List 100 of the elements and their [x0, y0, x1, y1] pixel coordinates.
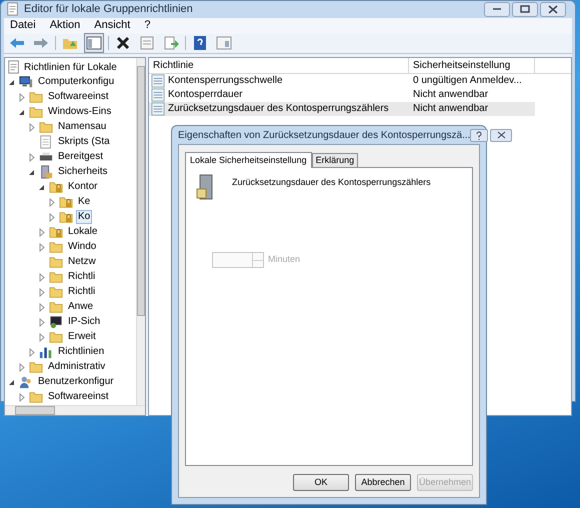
dialog-button[interactable]: OK — [293, 474, 349, 491]
collapsed-icon[interactable] — [47, 212, 56, 222]
collapsed-icon[interactable] — [37, 272, 46, 282]
collapsed-icon[interactable] — [37, 242, 46, 252]
tab[interactable]: Lokale Sicherheitseinstellung — [185, 152, 312, 168]
expanded-icon[interactable] — [37, 182, 46, 192]
menu-item[interactable]: Ansicht — [94, 17, 130, 34]
collapsed-icon[interactable] — [47, 198, 56, 206]
delete-icon — [115, 35, 131, 51]
help-button[interactable] — [470, 128, 488, 142]
folder-icon — [39, 120, 53, 134]
table-cell-text: Kontosperrdauer — [168, 88, 242, 102]
expanded-icon[interactable] — [27, 168, 36, 176]
close-icon — [496, 131, 506, 139]
tree-item[interactable]: Skripts (Sta — [56, 135, 112, 149]
collapsed-icon[interactable] — [27, 348, 36, 356]
folder-icon — [49, 255, 63, 269]
tree-item[interactable]: Richtli — [66, 285, 98, 299]
tree-item[interactable]: Softwareeinst — [46, 390, 111, 404]
unit-label: Minuten — [268, 253, 300, 266]
folder-icon — [49, 330, 63, 344]
collapsed-icon[interactable] — [37, 332, 46, 342]
folder-icon — [49, 240, 63, 254]
computer-icon — [19, 75, 33, 89]
locked-folder-icon — [59, 210, 73, 224]
tree-item[interactable]: Sicherheits — [56, 165, 110, 179]
close-icon — [548, 4, 558, 14]
tree-item[interactable]: Netzw — [66, 255, 98, 269]
folder-icon — [49, 285, 63, 299]
policy-icon — [151, 102, 165, 116]
table-row[interactable]: Zurücksetzungsdauer des Kontosperrungszählers Nicht anwendbar — [149, 102, 535, 116]
locked-folder-icon — [49, 180, 63, 194]
folder-icon — [29, 360, 43, 374]
help-icon — [192, 35, 208, 51]
panes-icon — [86, 35, 102, 51]
collapsed-icon[interactable] — [37, 288, 46, 296]
document-icon — [6, 2, 20, 16]
table-cell-text: Zurücksetzungsdauer des Kontosperrungszählers — [168, 102, 389, 116]
folder-icon — [29, 105, 43, 119]
server-icon — [196, 174, 214, 200]
back-arrow-icon — [9, 35, 25, 51]
tree-item[interactable]: Namensau — [56, 120, 108, 134]
maximize-button[interactable] — [512, 2, 538, 17]
policy-icon — [151, 88, 165, 102]
collapsed-icon[interactable] — [37, 318, 46, 326]
table-row[interactable]: Kontensperrungsschwelle 0 ungültigen Anmeldev... — [149, 74, 535, 88]
tree-item[interactable]: Bereitgest — [56, 150, 106, 164]
menu-item[interactable]: ? — [144, 17, 150, 34]
collapsed-icon[interactable] — [37, 228, 46, 236]
expanded-icon[interactable] — [7, 78, 16, 86]
collapsed-icon[interactable] — [27, 122, 36, 132]
help-icon — [475, 130, 484, 140]
tree-item[interactable]: Computerkonfigu — [36, 75, 116, 89]
tree-item[interactable]: Ko — [76, 210, 92, 224]
collapsed-icon[interactable] — [17, 92, 26, 102]
tree-item[interactable]: Lokale — [66, 225, 100, 239]
tree-item[interactable]: Erweit — [66, 330, 98, 344]
folder-icon — [29, 90, 43, 104]
tree-item[interactable]: Softwareeinst — [46, 90, 111, 104]
minimize-icon — [493, 8, 501, 10]
column-header[interactable]: Sicherheitseinstellung — [409, 58, 535, 72]
tree-item[interactable]: Administrativ — [46, 360, 108, 374]
collapsed-icon[interactable] — [17, 392, 26, 402]
expanded-icon[interactable] — [7, 378, 16, 386]
column-header[interactable]: Richtlinie — [149, 58, 409, 72]
collapsed-icon[interactable] — [17, 362, 26, 372]
script-icon — [39, 135, 53, 149]
users-icon — [19, 375, 33, 389]
tree-item[interactable]: Richtli — [66, 270, 98, 284]
tree-item[interactable]: Ke — [76, 195, 92, 209]
collapsed-icon[interactable] — [37, 302, 46, 312]
tree-item[interactable]: Anwe — [66, 300, 96, 314]
bar-chart-icon — [39, 345, 53, 359]
table-row[interactable]: Kontosperrdauer Nicht anwendbar — [149, 88, 535, 102]
tree-item[interactable]: IP-Sich — [66, 315, 102, 329]
horizontal-scrollbar[interactable] — [5, 404, 145, 414]
server-lock-icon — [39, 165, 53, 179]
dialog-title: Eigenschaften von Zurücksetzungsdauer des Kontosperrungszä... — [178, 128, 470, 142]
tree-item[interactable]: Richtlinien für Lokale — [24, 60, 117, 74]
document-icon — [7, 60, 21, 74]
table-cell-text: Nicht anwendbar — [412, 102, 490, 116]
tab[interactable]: Erklärung — [312, 153, 358, 167]
maximize-icon — [520, 5, 530, 14]
menu-item[interactable]: Datei — [10, 17, 36, 34]
close-button[interactable] — [540, 2, 566, 17]
tree-item[interactable]: Kontor — [66, 180, 100, 194]
policy-icon — [151, 74, 165, 88]
tree-item[interactable]: Benutzerkonfigur — [36, 375, 116, 389]
tree-item[interactable]: Windo — [66, 240, 98, 254]
expanded-icon[interactable] — [17, 108, 26, 116]
tree-item[interactable]: Richtlinien — [56, 345, 106, 359]
vertical-scrollbar[interactable] — [136, 58, 145, 404]
collapsed-icon[interactable] — [27, 152, 36, 162]
dialog-button[interactable]: Abbrechen — [355, 474, 411, 491]
tree-item[interactable]: Windows-Eins — [46, 105, 114, 119]
monitor-icon — [49, 315, 63, 329]
folder-icon — [49, 300, 63, 314]
menu-item[interactable]: Aktion — [50, 17, 80, 34]
close-button[interactable] — [490, 128, 512, 142]
table-cell-text: Kontensperrungsschwelle — [168, 74, 283, 88]
